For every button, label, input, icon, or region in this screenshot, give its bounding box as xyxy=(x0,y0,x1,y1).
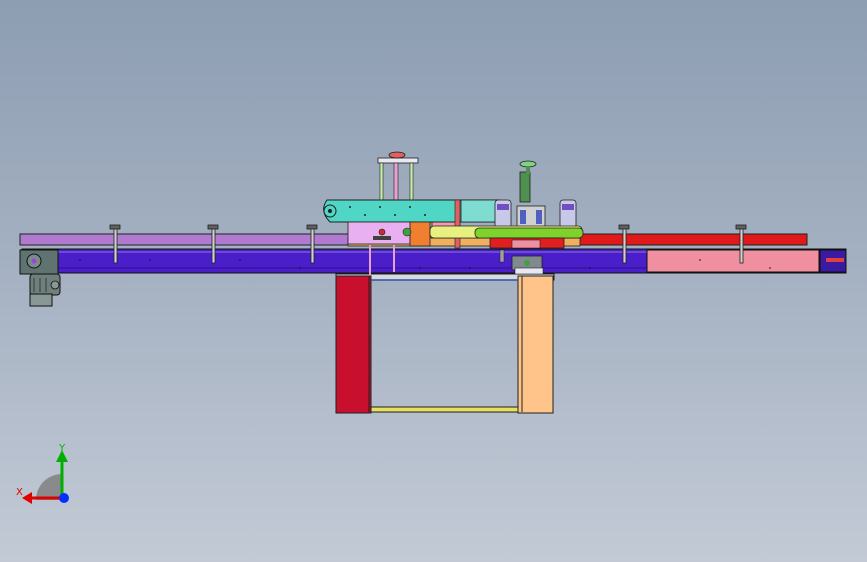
x-axis-arrow xyxy=(22,492,32,504)
tension-wheel xyxy=(402,227,412,237)
machine-stand[interactable] xyxy=(335,273,555,414)
right-guide-rail[interactable] xyxy=(577,233,808,246)
z-axis-dot xyxy=(59,493,69,503)
discharge-section[interactable] xyxy=(646,249,820,273)
end-cap-label xyxy=(826,258,844,262)
stand-right-leg[interactable] xyxy=(517,275,554,414)
triad-origin-sector xyxy=(36,474,62,500)
peel-plate xyxy=(373,236,391,240)
peel-plate-knob[interactable] xyxy=(378,228,386,236)
head-mount-bracket xyxy=(409,221,431,247)
cad-graphics-viewport[interactable]: Y X xyxy=(0,0,867,562)
guide-post xyxy=(519,171,531,203)
mast-post xyxy=(409,162,414,204)
pulley-hub xyxy=(31,258,37,264)
mast-top-plate xyxy=(377,157,419,164)
conveyor-labeler-model[interactable] xyxy=(0,0,867,562)
motor-fan-cover xyxy=(29,293,53,307)
carriage-extension xyxy=(460,199,500,223)
drive-motor-icon[interactable] xyxy=(19,249,61,307)
turret-disc[interactable] xyxy=(474,227,584,239)
left-guide-rail[interactable] xyxy=(19,233,351,246)
reference-triad-icon[interactable] xyxy=(22,450,69,504)
conveyor-frame[interactable] xyxy=(21,248,847,274)
stand-left-leg[interactable] xyxy=(335,275,372,414)
mast-post xyxy=(379,162,384,204)
y-axis-label: Y xyxy=(59,443,66,454)
adjust-knob[interactable] xyxy=(388,151,406,159)
carriage-arm xyxy=(454,199,461,249)
stand-crossbar xyxy=(370,406,519,413)
x-axis-label: X xyxy=(16,487,23,498)
